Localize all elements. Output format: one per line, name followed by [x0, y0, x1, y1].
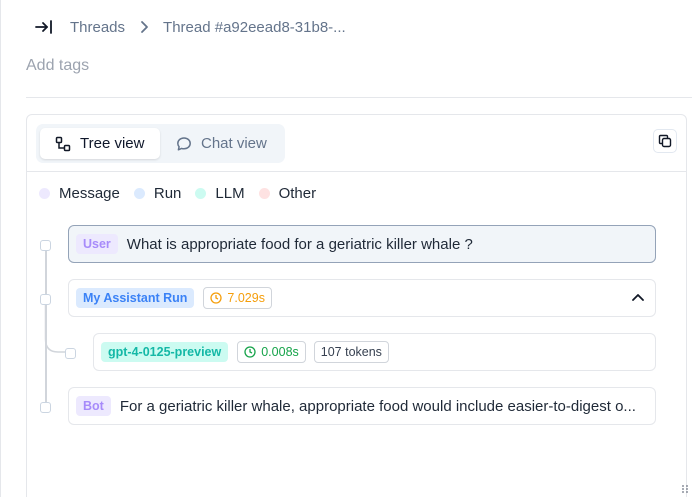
header-divider	[26, 97, 692, 98]
tab-tree-view[interactable]: Tree view	[40, 128, 160, 159]
step-assistant-run[interactable]: My Assistant Run 7.029s	[68, 279, 656, 317]
tab-chat-view[interactable]: Chat view	[166, 128, 281, 159]
node-toggle-user[interactable]	[40, 240, 51, 251]
clock-icon	[244, 346, 256, 358]
panel-header: Tree view Chat view	[27, 115, 686, 172]
llm-duration-pill: 0.008s	[237, 341, 306, 363]
tab-chat-label: Chat view	[201, 135, 267, 152]
user-badge: User	[76, 234, 118, 254]
chevron-up-icon[interactable]	[631, 292, 645, 302]
breadcrumb-threads[interactable]: Threads	[70, 19, 125, 36]
legend-item-other: Other	[258, 185, 317, 202]
legend-label-run: Run	[153, 185, 182, 202]
legend-label-other: Other	[278, 185, 317, 202]
resize-grip-icon[interactable]	[681, 484, 689, 494]
step-user-message[interactable]: User What is appropriate food for a geri…	[68, 225, 656, 263]
chat-bubble-icon	[177, 136, 191, 151]
llm-duration: 0.008s	[261, 345, 299, 359]
legend-dot-message	[39, 188, 50, 199]
collapse-sidebar-icon[interactable]	[34, 17, 54, 37]
run-duration-pill: 7.029s	[203, 287, 272, 309]
llm-tokens-pill: 107 tokens	[313, 341, 389, 363]
step-bot-message[interactable]: Bot For a geriatric killer whale, approp…	[68, 387, 656, 425]
copy-icon	[658, 134, 672, 148]
breadcrumb: Threads Thread #a92eead8-31b8-...	[34, 16, 346, 38]
legend-dot-run	[133, 188, 145, 199]
legend-item-message: Message	[39, 185, 120, 202]
legend-dot-llm	[195, 188, 207, 199]
legend-dot-other	[258, 188, 270, 199]
copy-button[interactable]	[653, 129, 677, 153]
legend-item-llm: LLM	[195, 185, 245, 202]
clock-icon	[210, 292, 223, 304]
node-toggle-bot[interactable]	[40, 402, 51, 413]
chevron-right-icon	[139, 20, 149, 34]
node-toggle-run[interactable]	[40, 294, 51, 305]
legend: Message Run LLM Other	[39, 185, 330, 202]
llm-badge: gpt-4-0125-preview	[101, 342, 229, 362]
view-tabs: Tree view Chat view	[36, 124, 285, 163]
node-toggle-llm[interactable]	[65, 348, 76, 359]
thread-panel: Tree view Chat view Message Run LLM Othe…	[26, 114, 687, 497]
tree-icon	[55, 136, 71, 151]
run-badge: My Assistant Run	[76, 288, 195, 308]
bot-badge: Bot	[76, 396, 111, 416]
run-duration: 7.029s	[227, 291, 265, 305]
legend-item-run: Run	[133, 185, 182, 202]
user-message-text: What is appropriate food for a geriatric…	[126, 235, 473, 253]
step-llm-call[interactable]: gpt-4-0125-preview 0.008s 107 tokens	[93, 333, 656, 371]
legend-label-message: Message	[59, 185, 120, 202]
bot-message-text: For a geriatric killer whale, appropriat…	[119, 397, 636, 415]
tab-tree-label: Tree view	[80, 135, 145, 152]
left-border	[0, 0, 1, 497]
legend-label-llm: LLM	[215, 185, 245, 202]
breadcrumb-thread: Thread #a92eead8-31b8-...	[163, 18, 346, 36]
add-tags-input[interactable]: Add tags	[26, 57, 89, 75]
